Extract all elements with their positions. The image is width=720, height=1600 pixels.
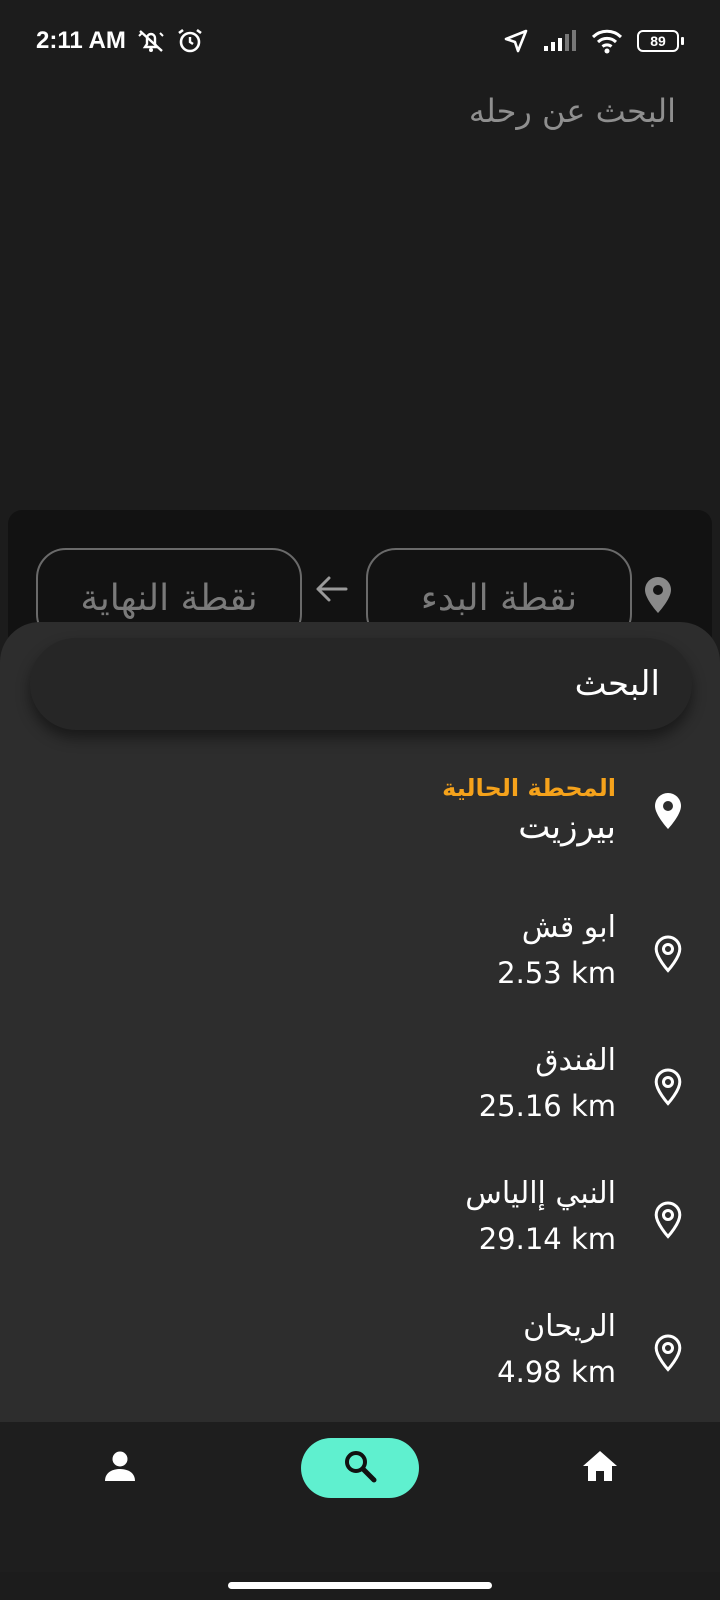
- bottom-nav: [0, 1422, 720, 1572]
- location-pin-outline-icon: [654, 1068, 682, 1110]
- station-text: الريحان 4.98 km: [497, 1304, 616, 1394]
- list-item[interactable]: الريحان 4.98 km: [0, 1304, 720, 1437]
- home-icon: [581, 1449, 619, 1487]
- search-icon: [343, 1449, 377, 1487]
- nav-search-button[interactable]: [301, 1438, 419, 1498]
- list-item[interactable]: النبي إالياس 29.14 km: [0, 1171, 720, 1304]
- station-name: الفندق: [535, 1043, 616, 1078]
- signal-icon: [543, 29, 577, 53]
- current-station-label: المحطة الحالية: [442, 774, 616, 802]
- wifi-icon: [591, 28, 623, 54]
- home-indicator[interactable]: [228, 1582, 492, 1589]
- page-title: البحث عن رحله: [468, 92, 676, 130]
- arrow-left-icon: [314, 574, 348, 608]
- station-distance: 29.14 km: [478, 1222, 616, 1256]
- location-pin-filled-icon: [654, 792, 682, 834]
- search-input[interactable]: [30, 664, 660, 704]
- notifications-off-icon: [136, 27, 166, 55]
- location-arrow-icon: [503, 28, 529, 54]
- station-distance: 2.53 km: [497, 956, 616, 990]
- location-pin-icon: [644, 576, 672, 618]
- station-distance: 25.16 km: [478, 1089, 616, 1123]
- station-name: الريحان: [523, 1309, 616, 1344]
- status-bar: 2:11 AM 89: [0, 0, 720, 82]
- station-text: الفندق 25.16 km: [479, 1038, 616, 1128]
- search-bar[interactable]: [30, 638, 692, 730]
- status-right: 89: [503, 28, 684, 54]
- list-item[interactable]: المحطة الحالية بيرزيت: [0, 772, 720, 905]
- station-name: النبي إالياس: [465, 1176, 616, 1211]
- station-text: ابو قش 2.53 km: [497, 905, 616, 995]
- station-distance: 4.98 km: [497, 1355, 616, 1389]
- location-pin-outline-icon: [654, 1201, 682, 1243]
- station-search-sheet: المحطة الحالية بيرزيت ابو قش 2.53 km: [0, 622, 720, 1422]
- nav-home-button[interactable]: [570, 1438, 630, 1498]
- status-time: 2:11 AM: [36, 27, 126, 54]
- location-pin-outline-icon: [654, 1334, 682, 1376]
- battery-icon: 89: [637, 30, 684, 52]
- battery-tip: [681, 37, 684, 45]
- location-pin-outline-icon: [654, 935, 682, 977]
- nav-profile-button[interactable]: [90, 1438, 150, 1498]
- list-item[interactable]: الفندق 25.16 km: [0, 1038, 720, 1171]
- list-item[interactable]: ابو قش 2.53 km: [0, 905, 720, 1038]
- alarm-icon: [176, 27, 204, 55]
- status-left: 2:11 AM: [36, 27, 204, 55]
- person-icon: [103, 1449, 137, 1487]
- station-text: النبي إالياس 29.14 km: [465, 1171, 616, 1261]
- station-list: المحطة الحالية بيرزيت ابو قش 2.53 km الف…: [0, 772, 720, 1437]
- battery-level: 89: [637, 30, 679, 52]
- station-text: المحطة الحالية بيرزيت: [442, 772, 616, 850]
- station-name: بيرزيت: [518, 807, 616, 847]
- station-name: ابو قش: [521, 910, 616, 945]
